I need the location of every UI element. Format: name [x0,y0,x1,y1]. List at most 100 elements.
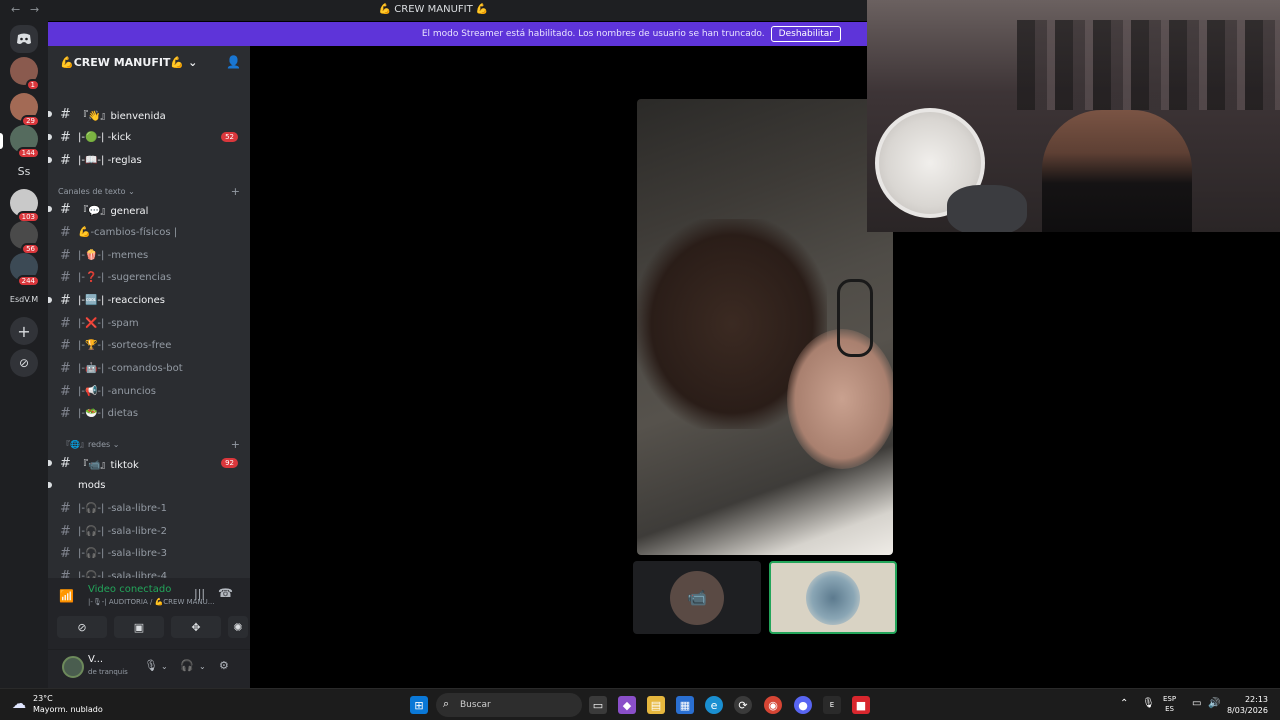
server-icon[interactable]: 103 [10,189,40,223]
webcam-microphone [947,185,1027,232]
channel-sidebar: 💪CREW MANUFIT💪 ⌄ 👤 # 『👋』bienvenida # |-🟢-|… [48,46,250,688]
channel-item[interactable]: # |-🎧-| -sala-libre-1 [48,497,250,519]
disable-streamer-mode-button[interactable]: Deshabilitar [770,26,841,42]
epic-games-icon[interactable]: E [823,696,841,714]
weather-condition[interactable]: Mayorm. nublado [33,705,103,714]
hash-icon: # [60,500,71,516]
participant-tile[interactable]: 📹 [633,561,761,634]
activities-button[interactable]: ✥ [171,616,221,638]
mention-badge: 52 [221,132,238,142]
server-icon[interactable]: 29 [10,93,40,127]
file-explorer-icon[interactable]: ▤ [647,696,665,714]
channel-item[interactable]: # |-🎧-| -sala-libre-2 [48,520,250,542]
user-panel: V... de tranquis 🎙 ⌄ 🎧 ⌄ ⚙ [48,650,250,688]
screen-share-button[interactable]: ▣ [114,616,164,638]
taskbar-search[interactable]: ⌕ Buscar [436,693,582,717]
server-icon[interactable]: 244 [10,253,40,287]
webcam-streamer [1042,110,1192,232]
chevron-down-icon[interactable]: ⌄ [161,662,168,671]
avatar[interactable] [62,656,84,678]
channel-item[interactable]: # |-❌-| -spam [48,312,250,334]
server-rail: 1 29 144 Ss 103 56 244 EsdV.M + ⊘ [0,21,48,688]
create-channel-icon[interactable]: + [231,438,240,451]
title-bar: ← → 💪 CREW MANUFIT 💪 [0,0,867,21]
hash-icon: # [60,292,71,308]
voice-status[interactable]: Video conectado [88,584,171,595]
add-server-icon[interactable]: + [10,317,38,345]
server-icon-crew-manufit[interactable]: 144 [10,125,40,159]
chevron-down-icon[interactable]: ⌄ [199,662,206,671]
channel-item[interactable]: # |-🤖-| -comandos-bot [48,357,250,379]
discord-home-icon[interactable] [10,25,38,53]
camera-off-button[interactable]: ⊘ [57,616,107,638]
mention-badge: 92 [221,458,238,468]
app-icon[interactable]: ■ [852,696,870,714]
video-camera-icon: 📹 [687,588,707,607]
settings-gear-icon[interactable]: ⚙ [219,659,229,672]
language-indicator[interactable]: ESP ES [1163,694,1176,714]
video-content [837,279,873,357]
server-icon[interactable]: 1 [10,57,40,91]
search-placeholder: Buscar [460,700,491,710]
weather-cloud-icon[interactable]: ☁ [12,696,26,712]
voice-connection-panel: 📶 Video conectado |-🎙-| AUDITORIA / 💪CRE… [48,578,250,650]
channel-item[interactable]: # |-🆒-| -reacciones [48,289,250,311]
hash-icon: # [60,337,71,353]
volume-icon[interactable]: 🔊 [1208,698,1220,709]
soundboard-button[interactable]: ✺ [228,616,248,638]
discord-taskbar-icon[interactable]: ● [794,696,812,714]
create-channel-icon[interactable]: + [231,185,240,198]
windows-start-icon[interactable]: ⊞ [410,696,428,714]
taskbar-clock[interactable]: 22:13 8/03/2026 [1224,694,1268,716]
hash-icon: # [60,224,71,240]
microphone-icon[interactable]: 🎙 [1142,698,1155,709]
server-icon[interactable]: Ss [10,157,38,185]
windows-taskbar: ☁ 23°C Mayorm. nublado ⊞ ⌕ Buscar ▭ ◆ ▤ … [0,688,1280,720]
channel-item[interactable]: # |-📢-| -anuncios [48,380,250,402]
invite-people-icon[interactable]: 👤 [226,55,241,69]
category-redes[interactable]: 『🌐』redes ⌄ + [58,436,240,452]
channel-item[interactable]: # 『👋』bienvenida [48,103,250,125]
noise-suppression-icon[interactable]: ||| [194,587,205,600]
server-icon[interactable]: 56 [10,221,40,255]
username: V... [88,654,104,665]
hash-icon: # [60,405,71,421]
channel-item[interactable]: # |-🎧-| -sala-libre-3 [48,542,250,564]
hash-icon: # [60,545,71,561]
show-hidden-icons-icon[interactable]: ⌃ [1120,698,1128,709]
task-view-icon[interactable]: ▭ [589,696,607,714]
hash-icon: # [60,360,71,376]
app-icon[interactable]: ⟳ [734,696,752,714]
server-icon[interactable]: EsdV.M [10,285,38,313]
copilot-icon[interactable]: ◆ [618,696,636,714]
connection-signal-icon[interactable]: 📶 [59,589,74,603]
channel-item[interactable]: # 💪-cambios-físicos | [48,221,250,243]
category-text-channels[interactable]: Canales de texto ⌄ + [58,183,240,199]
participant-tile-speaking[interactable] [769,561,897,634]
channel-item[interactable]: # |-📖-| -reglas [48,149,250,171]
main-video-feed[interactable] [637,99,893,555]
microphone-icon[interactable]: 🎙 [144,659,158,672]
store-icon[interactable]: ▦ [676,696,694,714]
server-name: 💪CREW MANUFIT💪 [60,55,185,69]
participant-avatar [806,570,860,625]
channel-item[interactable]: # 『💬』general [48,198,250,220]
explore-servers-icon[interactable]: ⊘ [10,349,38,377]
headphones-icon[interactable]: 🎧 [180,659,194,672]
hash-icon: # [60,269,71,285]
channel-item[interactable]: # |-❓-| -sugerencias [48,266,250,288]
channel-item[interactable]: # |-🍿-| -memes [48,244,250,266]
network-icon[interactable]: ▭ [1192,698,1201,709]
hash-icon: # [60,247,71,263]
channel-item[interactable]: # |-🏆-| -sorteos-free [48,334,250,356]
chrome-browser-icon[interactable]: ◉ [764,696,782,714]
server-header[interactable]: 💪CREW MANUFIT💪 ⌄ 👤 [48,46,250,78]
disconnect-icon[interactable]: ☎ [218,586,233,600]
channel-item[interactable]: mods [48,474,250,496]
channel-item[interactable]: # 『📹』tiktok 92 [48,452,250,474]
weather-temperature[interactable]: 23°C [33,694,53,703]
channel-item[interactable]: # |-🟢-| -kick 52 [48,126,250,148]
webcam-background [1017,20,1280,110]
edge-browser-icon[interactable]: e [705,696,723,714]
channel-item[interactable]: # |-🥗-| dietas [48,402,250,424]
